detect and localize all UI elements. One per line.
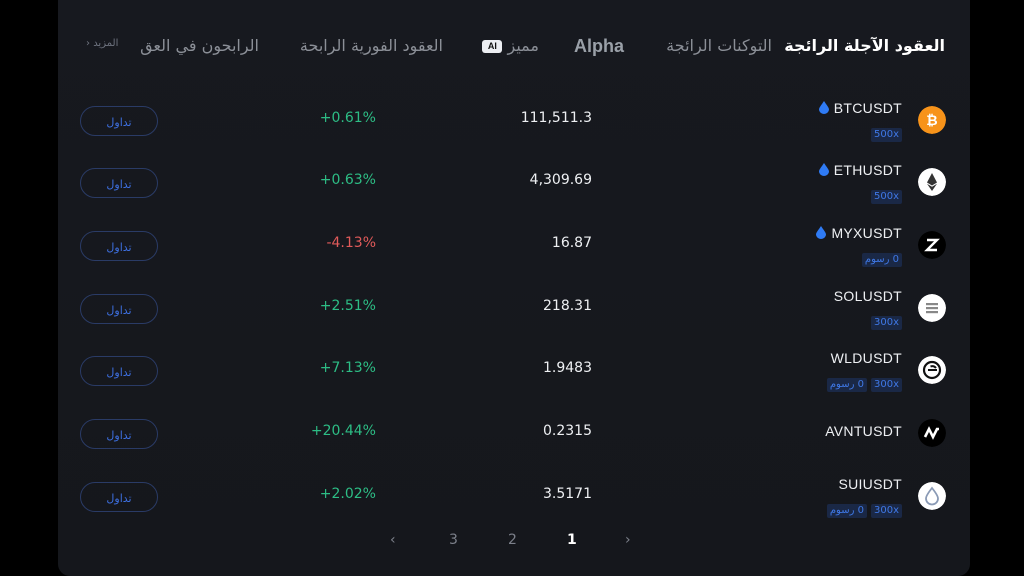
table-row[interactable]: تداول +7.13% 1.9483 WLDUSDT 0 رسوم 300x — [58, 346, 970, 408]
symbol-text: SOLUSDT — [833, 288, 902, 304]
symbol-text: AVNTUSDT — [825, 423, 902, 439]
market-panel: العقود الآجلة الرائجة التوكنات الرائجة A… — [58, 0, 970, 576]
last-price: 4,309.69 — [529, 172, 592, 188]
symbol-label[interactable]: AVNTUSDT — [825, 423, 902, 439]
last-price: 1.9483 — [543, 360, 592, 376]
more-link[interactable]: المزيد ‹ — [86, 38, 118, 49]
leverage-tag: 300x — [870, 504, 902, 518]
trade-button[interactable]: تداول — [80, 294, 158, 324]
symbol-label[interactable]: ETHUSDT — [818, 162, 902, 178]
table-row[interactable]: تداول +2.51% 218.31 SOLUSDT 300x — [58, 284, 970, 346]
more-label: المزيد — [93, 38, 119, 49]
change-percent: +20.44% — [310, 423, 376, 439]
hot-flame-icon — [816, 226, 827, 239]
trade-button[interactable]: تداول — [80, 482, 158, 512]
ethereum-icon — [918, 168, 946, 196]
tab-trending-tokens[interactable]: التوكنات الرائجة — [666, 30, 772, 62]
symbol-label[interactable]: WLDUSDT — [831, 350, 902, 366]
last-price: 0.2315 — [543, 423, 592, 439]
table-row[interactable]: تداول +2.02% 3.5171 SUIUSDT 0 رسوم 300x — [58, 472, 970, 534]
table-row[interactable]: تداول +0.61% 111,511.3 BTCUSDT 500x ₿ — [58, 96, 970, 158]
prev-page-button[interactable]: ‹ — [390, 532, 396, 548]
trade-button[interactable]: تداول — [80, 356, 158, 386]
change-percent: +2.51% — [319, 298, 376, 314]
symbol-text: MYXUSDT — [831, 225, 902, 241]
leverage-tag: 500x — [870, 128, 902, 142]
trade-button[interactable]: تداول — [80, 419, 158, 449]
change-percent: +7.13% — [319, 360, 376, 376]
last-price: 111,511.3 — [520, 110, 592, 126]
symbol-text: WLDUSDT — [830, 350, 902, 366]
last-price: 3.5171 — [543, 486, 592, 502]
tag-group: 300x — [867, 310, 902, 330]
ai-badge-icon: AI — [482, 40, 503, 53]
trade-button[interactable]: تداول — [80, 168, 158, 198]
change-percent: +0.61% — [319, 110, 376, 126]
tag-group: 500x — [867, 122, 902, 142]
tag-group: 0 رسوم 300x — [823, 498, 902, 518]
tab-featured-label: مميز — [507, 36, 539, 55]
symbol-label[interactable]: SOLUSDT — [834, 288, 902, 304]
page-1-button[interactable]: 1 — [567, 532, 577, 548]
avantis-icon — [918, 419, 946, 447]
symbol-text: ETHUSDT — [833, 162, 902, 178]
page-2-button[interactable]: 2 — [508, 532, 517, 548]
leverage-tag: 0 رسوم — [826, 504, 867, 518]
hot-flame-icon — [818, 163, 829, 176]
table-row[interactable]: تداول +0.63% 4,309.69 ETHUSDT 500x — [58, 158, 970, 220]
tab-featured[interactable]: مميز AI — [478, 30, 539, 62]
bitcoin-icon: ₿ — [918, 106, 946, 134]
last-price: 218.31 — [543, 298, 592, 314]
page-3-button[interactable]: 3 — [449, 532, 458, 548]
tab-alpha[interactable]: Alpha — [574, 30, 624, 62]
symbol-text: BTCUSDT — [833, 100, 902, 116]
sui-icon — [918, 482, 946, 510]
leverage-tag: 300x — [870, 378, 902, 392]
tab-trending-futures[interactable]: العقود الآجلة الرائجة — [784, 30, 945, 62]
change-percent: +2.02% — [319, 486, 376, 502]
tag-group: 500x — [867, 184, 902, 204]
trade-button[interactable]: تداول — [80, 106, 158, 136]
solana-icon — [918, 294, 946, 322]
worldcoin-icon — [918, 356, 946, 384]
tab-spot-gainers[interactable]: العقود الفورية الرابحة — [300, 30, 443, 62]
svg-text:₿: ₿ — [926, 113, 937, 129]
chevron-left-icon: ‹ — [86, 38, 90, 49]
table-row[interactable]: تداول -4.13% 16.87 MYXUSDT 0 رسوم — [58, 221, 970, 283]
symbol-label[interactable]: SUIUSDT — [838, 476, 902, 492]
change-percent: +0.63% — [319, 172, 376, 188]
symbol-text: SUIUSDT — [838, 476, 902, 492]
last-price: 16.87 — [551, 235, 592, 251]
market-tabs: العقود الآجلة الرائجة التوكنات الرائجة A… — [58, 30, 970, 66]
pagination: ‹ 3 2 1 › — [58, 532, 970, 556]
leverage-tag: 500x — [870, 190, 902, 204]
hot-flame-icon — [818, 101, 829, 114]
leverage-tag: 0 رسوم — [826, 378, 867, 392]
next-page-button[interactable]: › — [625, 532, 631, 548]
change-percent: -4.13% — [326, 235, 376, 251]
table-row[interactable]: تداول +20.44% 0.2315 AVNTUSDT — [58, 409, 970, 471]
myx-icon — [918, 231, 946, 259]
leverage-tag: 0 رسوم — [861, 253, 902, 267]
trade-button[interactable]: تداول — [80, 231, 158, 261]
symbol-label[interactable]: BTCUSDT — [818, 100, 902, 116]
symbol-label[interactable]: MYXUSDT — [816, 225, 902, 241]
leverage-tag: 300x — [870, 316, 902, 330]
tab-futures-gainers[interactable]: الرابحون في العق — [140, 30, 259, 62]
tag-group: 0 رسوم 300x — [823, 372, 902, 392]
tag-group: 0 رسوم — [858, 247, 902, 267]
